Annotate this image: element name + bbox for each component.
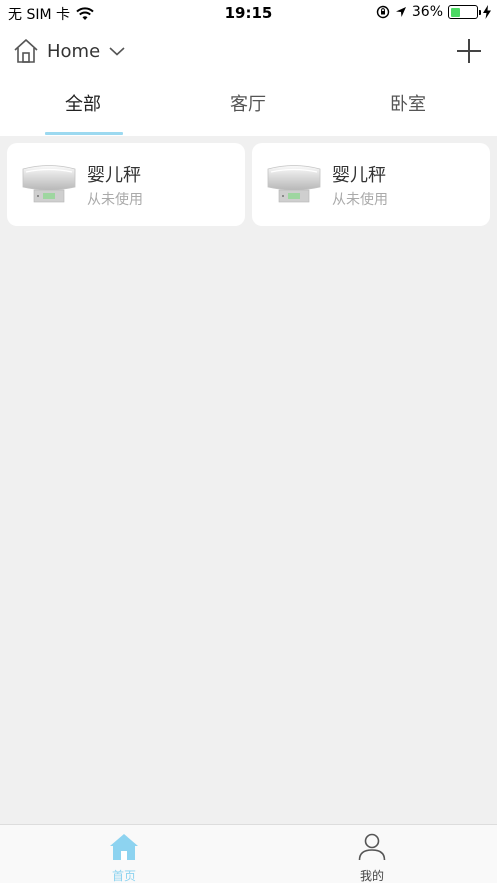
person-icon xyxy=(358,833,386,861)
home-selector[interactable]: Home xyxy=(13,36,126,66)
status-right: 36% xyxy=(376,4,491,20)
home-icon xyxy=(110,834,138,860)
baby-scale-icon xyxy=(22,165,76,203)
nav-mine[interactable]: 我的 xyxy=(248,825,496,883)
charging-bolt-icon xyxy=(483,5,491,19)
tab-living-room[interactable]: 客厅 xyxy=(165,82,331,136)
device-card[interactable]: 婴儿秤 从未使用 xyxy=(252,143,490,226)
tab-bedroom[interactable]: 卧室 xyxy=(325,82,491,136)
device-card[interactable]: 婴儿秤 从未使用 xyxy=(7,143,245,226)
location-arrow-icon xyxy=(395,7,406,17)
home-label: Home xyxy=(47,40,101,62)
add-device-button[interactable] xyxy=(455,37,483,65)
device-name: 婴儿秤 xyxy=(332,165,386,186)
house-icon xyxy=(14,39,38,63)
nav-mine-label: 我的 xyxy=(359,869,384,883)
tab-all[interactable]: 全部 xyxy=(0,82,166,136)
nav-home[interactable]: 首页 xyxy=(0,825,248,883)
header: Home xyxy=(0,28,497,74)
device-status: 从未使用 xyxy=(332,192,388,208)
baby-scale-icon xyxy=(267,165,321,203)
bottom-tab-bar: 首页 我的 xyxy=(0,824,497,883)
battery-percent: 36% xyxy=(411,4,443,20)
device-status: 从未使用 xyxy=(87,192,143,208)
battery-nub xyxy=(479,9,481,15)
chevron-down-icon xyxy=(109,47,125,56)
battery-fill xyxy=(450,7,460,17)
device-name: 婴儿秤 xyxy=(87,165,141,186)
room-tabs: 全部 客厅 卧室 xyxy=(0,82,497,136)
battery-icon xyxy=(448,5,481,19)
active-tab-indicator xyxy=(45,132,123,135)
nav-home-label: 首页 xyxy=(111,869,136,883)
status-bar: 无 SIM 卡 19:15 36% xyxy=(0,0,497,26)
orientation-lock-icon xyxy=(376,5,390,19)
